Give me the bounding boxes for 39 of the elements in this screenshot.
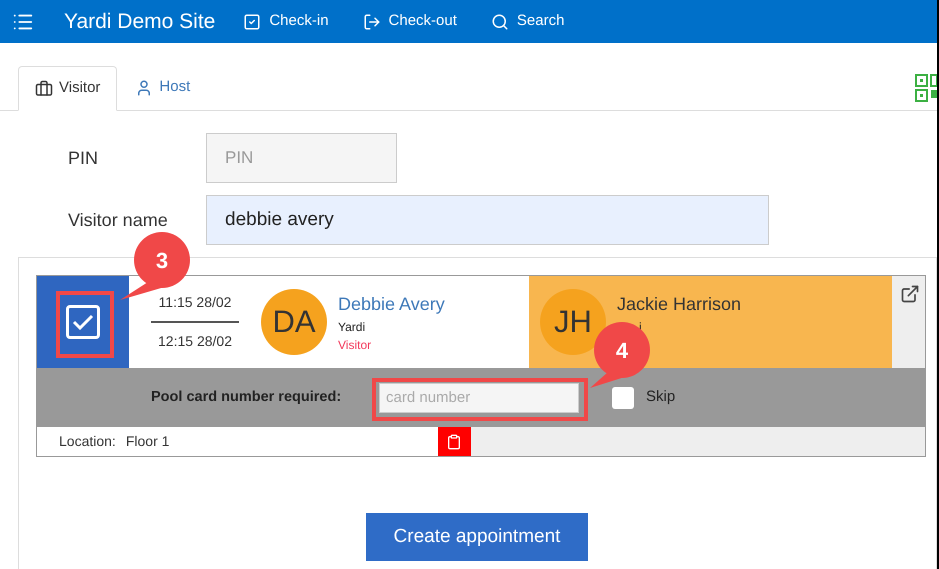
checkbox-icon bbox=[243, 12, 262, 30]
create-appointment-button[interactable]: Create appointment bbox=[366, 513, 588, 561]
clipboard-icon bbox=[446, 432, 462, 450]
callout-bubble bbox=[590, 322, 650, 388]
qr-code-icon[interactable] bbox=[915, 74, 937, 104]
start-time: 11:15 28/02 bbox=[158, 293, 232, 312]
clipboard-button[interactable] bbox=[438, 427, 471, 456]
location-value: Floor 1 bbox=[126, 432, 170, 451]
visitor-name-field[interactable]: debbie avery bbox=[206, 195, 769, 245]
location-label: Location: bbox=[59, 432, 116, 451]
visitor-role: Visitor bbox=[338, 336, 372, 354]
tab[interactable]: Host bbox=[117, 65, 208, 110]
end-time: 12:15 28/02 bbox=[158, 332, 232, 351]
callout-number: 4 bbox=[614, 337, 630, 365]
pool-card-label: Pool card number required: bbox=[151, 388, 342, 407]
briefcase-icon bbox=[35, 80, 53, 98]
search-icon bbox=[490, 12, 509, 30]
exit-icon bbox=[362, 12, 381, 30]
card-number-field[interactable]: card number bbox=[379, 382, 579, 412]
field-label: PIN bbox=[67, 146, 100, 170]
pin-field[interactable]: PIN bbox=[206, 133, 397, 183]
skip-label: Skip bbox=[646, 387, 676, 408]
visitor-company: Yardi bbox=[338, 318, 366, 336]
nav-link[interactable]: Search bbox=[490, 10, 564, 33]
site-title[interactable]: Yardi Demo Site bbox=[64, 6, 216, 38]
tab[interactable]: Visitor bbox=[18, 66, 118, 111]
host-name: Jackie Harrison bbox=[617, 292, 742, 316]
avatar: DA bbox=[261, 289, 327, 355]
skip-checkbox[interactable] bbox=[612, 386, 634, 408]
nav-link[interactable]: Check-in bbox=[243, 10, 329, 33]
checkbox[interactable] bbox=[66, 305, 100, 339]
avatar: JH bbox=[540, 289, 606, 355]
checkmark-icon bbox=[72, 313, 94, 331]
highlight-frame bbox=[56, 291, 114, 358]
nav-link[interactable]: Check-out bbox=[362, 10, 457, 33]
field-label: Visitor name bbox=[67, 208, 169, 232]
callout-number: 3 bbox=[154, 247, 170, 275]
external-link-icon[interactable] bbox=[900, 284, 920, 304]
visitor-name[interactable]: Debbie Avery bbox=[338, 290, 445, 318]
